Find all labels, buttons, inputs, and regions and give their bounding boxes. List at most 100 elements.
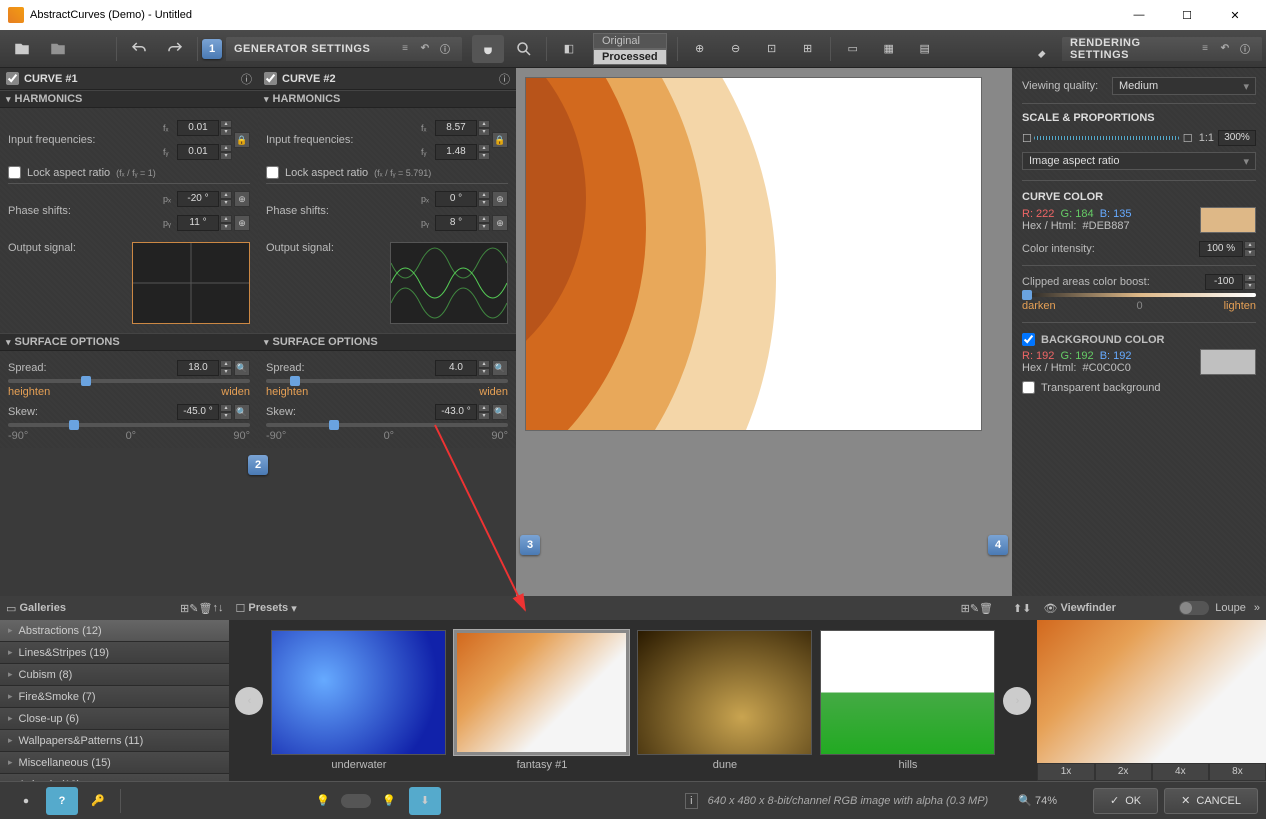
spread-1-zoom[interactable]: 🔍: [234, 360, 250, 376]
clipped-input[interactable]: -100: [1205, 274, 1243, 290]
gen-menu-icon[interactable]: ≡: [396, 40, 414, 58]
preset-prev-button[interactable]: ‹: [235, 687, 263, 715]
key-icon[interactable]: 🔑: [82, 787, 114, 815]
bulb-off-icon[interactable]: 💡: [307, 787, 339, 815]
preset-dune[interactable]: dune: [637, 630, 812, 771]
bulb-on-icon[interactable]: 💡: [373, 787, 405, 815]
clipped-slider[interactable]: [1022, 293, 1256, 297]
light-toggle[interactable]: [341, 794, 371, 808]
ok-button[interactable]: ✓ OK: [1093, 788, 1158, 814]
info-icon[interactable]: i: [685, 793, 697, 809]
py2-reset[interactable]: ⊕: [492, 215, 508, 231]
settings-icon[interactable]: [10, 787, 42, 815]
lock-aspect-2-checkbox[interactable]: [266, 166, 279, 179]
view2-icon[interactable]: ▦: [873, 35, 905, 63]
save-button[interactable]: [78, 35, 110, 63]
undo-button[interactable]: [123, 35, 155, 63]
zoom-2x[interactable]: 2x: [1095, 763, 1152, 781]
gal-delete-icon[interactable]: 🗑: [198, 602, 212, 615]
preset-import-icon[interactable]: ⬆: [1013, 602, 1022, 615]
preset-export-icon[interactable]: ⬇: [1022, 602, 1031, 615]
intensity-input[interactable]: 100 %: [1199, 241, 1243, 257]
vf-expand-icon[interactable]: »: [1254, 602, 1260, 614]
cancel-button[interactable]: ✕ CANCEL: [1164, 788, 1258, 814]
folder-button[interactable]: [42, 35, 74, 63]
viewing-quality-dropdown[interactable]: Medium: [1112, 77, 1256, 95]
px2-input[interactable]: 0 °: [435, 191, 477, 207]
gen-info-icon[interactable]: ⓘ: [436, 40, 454, 58]
px-reset[interactable]: ⊕: [234, 191, 250, 207]
gallery-item[interactable]: Animals (12): [0, 774, 229, 781]
download-icon[interactable]: ⬇: [409, 787, 441, 815]
gallery-item[interactable]: Cubism (8): [0, 664, 229, 686]
tab-original[interactable]: Original: [593, 33, 667, 49]
tab-processed[interactable]: Processed: [593, 49, 667, 65]
gal-edit-icon[interactable]: ✎: [189, 602, 198, 615]
skew-2-slider[interactable]: [266, 423, 508, 427]
gallery-item[interactable]: Miscellaneous (15): [0, 752, 229, 774]
py-input[interactable]: 11 °: [177, 215, 219, 231]
zoom-out-icon[interactable]: ⊖: [720, 35, 752, 63]
fx2-input[interactable]: 8.57: [435, 120, 477, 136]
zoom-100-icon[interactable]: ⊞: [792, 35, 824, 63]
spread-2-input[interactable]: 4.0: [435, 360, 477, 376]
transparent-bg-checkbox[interactable]: [1022, 381, 1035, 394]
fy-input[interactable]: 0.01: [177, 144, 219, 160]
curve-color-swatch[interactable]: [1200, 207, 1256, 233]
skew-1-input[interactable]: -45.0 °: [177, 404, 219, 420]
preset-fantasy-1[interactable]: fantasy #1: [454, 630, 629, 771]
skew-1-zoom[interactable]: 🔍: [234, 404, 250, 420]
preset-hills[interactable]: hills: [820, 630, 995, 771]
view3-icon[interactable]: ▤: [909, 35, 941, 63]
lock-icon[interactable]: 🔒: [234, 132, 250, 148]
skew-1-slider[interactable]: [8, 423, 250, 427]
preset-delete-icon[interactable]: 🗑: [979, 602, 993, 615]
curve-1-info-icon[interactable]: ⓘ: [241, 71, 252, 87]
gal-down-icon[interactable]: ↓: [218, 602, 224, 614]
spread-1-input[interactable]: 18.0: [177, 360, 219, 376]
zoom-in-icon[interactable]: ⊕: [684, 35, 716, 63]
gallery-item[interactable]: Lines&Stripes (19): [0, 642, 229, 664]
py2-input[interactable]: 8 °: [435, 215, 477, 231]
loupe-toggle[interactable]: [1179, 601, 1209, 615]
preset-underwater[interactable]: underwater: [271, 630, 446, 771]
close-button[interactable]: ✕: [1212, 1, 1258, 29]
minimize-button[interactable]: —: [1116, 1, 1162, 29]
px-input[interactable]: -20 °: [177, 191, 219, 207]
fx-input[interactable]: 0.01: [177, 120, 219, 136]
viewfinder-preview[interactable]: [1037, 620, 1266, 763]
zoom-4x[interactable]: 4x: [1152, 763, 1209, 781]
rend-menu-icon[interactable]: ≡: [1196, 40, 1214, 58]
zoom-fit-icon[interactable]: ⊡: [756, 35, 788, 63]
py-reset[interactable]: ⊕: [234, 215, 250, 231]
help-icon[interactable]: ?: [46, 787, 78, 815]
curve-1-enable[interactable]: [6, 72, 19, 85]
redo-button[interactable]: [159, 35, 191, 63]
gen-reset-icon[interactable]: ↶: [416, 40, 434, 58]
preset-add-icon[interactable]: ⊞: [961, 602, 970, 615]
preset-next-button[interactable]: ›: [1003, 687, 1031, 715]
brush-icon[interactable]: [1028, 35, 1060, 63]
skew-2-zoom[interactable]: 🔍: [492, 404, 508, 420]
lock2-icon[interactable]: 🔒: [492, 132, 508, 148]
compare-button[interactable]: ◧: [553, 35, 585, 63]
spread-1-slider[interactable]: [8, 379, 250, 383]
zoom-value[interactable]: 300%: [1218, 130, 1256, 146]
bg-color-swatch[interactable]: [1200, 349, 1256, 375]
lock-aspect-checkbox[interactable]: [8, 166, 21, 179]
bg-color-enable[interactable]: [1022, 333, 1035, 346]
maximize-button[interactable]: ☐: [1164, 1, 1210, 29]
gal-add-icon[interactable]: ⊞: [180, 602, 189, 615]
zoom-8x[interactable]: 8x: [1209, 763, 1266, 781]
hand-tool[interactable]: [472, 35, 504, 63]
curve-2-enable[interactable]: [264, 72, 277, 85]
px2-reset[interactable]: ⊕: [492, 191, 508, 207]
skew-2-input[interactable]: -43.0 °: [435, 404, 477, 420]
zoom-1x[interactable]: 1x: [1037, 763, 1094, 781]
fy2-input[interactable]: 1.48: [435, 144, 477, 160]
gallery-item[interactable]: Abstractions (12): [0, 620, 229, 642]
gallery-item[interactable]: Fire&Smoke (7): [0, 686, 229, 708]
zoom-tool[interactable]: [508, 35, 540, 63]
spread-2-zoom[interactable]: 🔍: [492, 360, 508, 376]
spread-2-slider[interactable]: [266, 379, 508, 383]
